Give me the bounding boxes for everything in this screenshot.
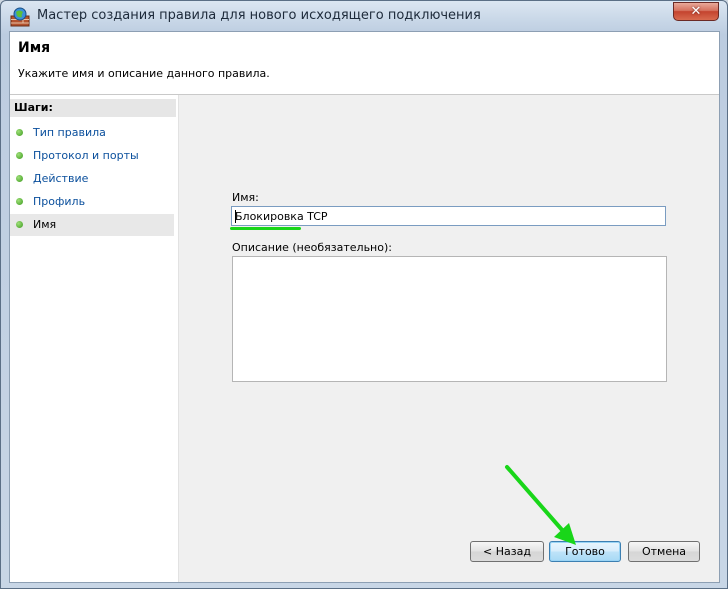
step-label: Тип правила (33, 126, 106, 139)
step-complete-icon (16, 198, 23, 205)
step-complete-icon (16, 152, 23, 159)
step-label: Протокол и порты (33, 149, 139, 162)
steps-heading: Шаги: (10, 99, 176, 117)
step-name[interactable]: Имя (10, 214, 174, 236)
description-textarea[interactable] (232, 256, 667, 382)
cancel-button[interactable]: Отмена (628, 541, 700, 562)
step-profile[interactable]: Профиль (10, 191, 174, 213)
page-description: Укажите имя и описание данного правила. (18, 67, 270, 80)
name-input[interactable]: Блокировка TCP (231, 206, 666, 226)
back-button[interactable]: < Назад (470, 541, 544, 562)
steps-panel: Шаги: Тип правила Протокол и порты Дейст… (10, 95, 179, 582)
name-input-value: Блокировка TCP (235, 210, 328, 223)
window-title: Мастер создания правила для нового исход… (37, 8, 481, 23)
close-button[interactable]: ✕ (673, 2, 719, 21)
step-label: Имя (33, 218, 57, 231)
close-icon: ✕ (690, 4, 702, 19)
step-complete-icon (16, 175, 23, 182)
text-caret (235, 210, 236, 223)
step-label: Профиль (33, 195, 86, 208)
finish-button[interactable]: Готово (549, 541, 621, 562)
wizard-header: Имя Укажите имя и описание данного прави… (10, 32, 719, 95)
wizard-client: Имя Укажите имя и описание данного прави… (9, 31, 720, 583)
step-protocol-ports[interactable]: Протокол и порты (10, 145, 174, 167)
step-complete-icon (16, 129, 23, 136)
annotation-underline (230, 227, 301, 230)
content-panel: Имя: Блокировка TCP Описание (необязател… (179, 95, 719, 582)
step-rule-type[interactable]: Тип правила (10, 122, 174, 144)
firewall-icon (10, 7, 30, 27)
title-bar[interactable]: Мастер создания правила для нового исход… (1, 1, 727, 35)
step-action[interactable]: Действие (10, 168, 174, 190)
step-current-icon (16, 221, 23, 228)
wizard-window: Мастер создания правила для нового исход… (0, 0, 728, 589)
description-label: Описание (необязательно): (232, 241, 392, 254)
step-label: Действие (33, 172, 89, 185)
page-title: Имя (18, 40, 51, 56)
name-label: Имя: (232, 191, 259, 204)
